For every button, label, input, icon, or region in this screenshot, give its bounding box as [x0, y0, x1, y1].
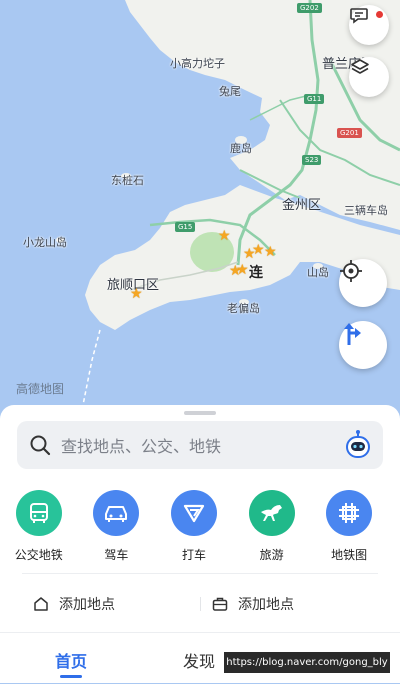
route-icon	[344, 323, 361, 345]
road-shield-g201: G201	[337, 128, 362, 138]
assistant-bot-icon[interactable]	[343, 429, 373, 461]
shortcut-label: 公交地铁	[14, 548, 63, 562]
poi-star-icon[interactable]: ★	[264, 245, 277, 259]
message-icon	[350, 8, 368, 24]
shortcut-drive[interactable]: 驾车	[78, 490, 156, 563]
bottom-sheet: 查找地点、公交、地铁 公交地铁 驾车 打车 旅游 地铁图 添加地点 添加地点 首…	[0, 405, 400, 683]
poi-star-icon[interactable]: ★	[218, 229, 231, 243]
map-label-jinzhou: 金州区	[282, 198, 322, 213]
road-shield-g11: G11	[304, 94, 325, 104]
poi-star-icon[interactable]: ★	[236, 263, 249, 277]
search-bar[interactable]: 查找地点、公交、地铁	[17, 421, 383, 469]
shortcut-label: 打车	[181, 548, 206, 562]
tab-discover[interactable]: 发现	[183, 648, 215, 672]
shortcut-subway-map[interactable]: 地铁图	[310, 490, 388, 563]
vertical-divider	[200, 597, 201, 611]
map-label-tuwei: 兔尾	[219, 85, 241, 98]
home-icon	[34, 597, 48, 611]
saved-places-row: 添加地点 添加地点	[0, 585, 400, 621]
message-button[interactable]	[349, 5, 389, 45]
poi-star-icon[interactable]: ★	[252, 243, 265, 257]
shortcut-row: 公交地铁 驾车 打车 旅游 地铁图	[0, 490, 400, 563]
url-overlay: https://blog.naver.com/gong_bly	[224, 652, 390, 673]
map-view[interactable]: G202 G11 G201 S23 G15 小高力坨子 兔尾 普兰店区 鹿岛 东…	[0, 0, 400, 420]
layers-button[interactable]	[349, 57, 389, 97]
map-label-laopiandao: 老偏岛	[227, 302, 260, 315]
road-shield-g202: G202	[297, 3, 322, 13]
add-home-button[interactable]: 添加地点	[33, 594, 115, 614]
shortcut-label: 驾车	[104, 548, 129, 562]
layers-icon	[351, 59, 369, 74]
map-label-xiaolongshan: 小龙山岛	[23, 236, 67, 249]
shortcut-label: 地铁图	[331, 548, 368, 562]
divider	[22, 573, 378, 574]
poi-star-icon[interactable]: ★	[130, 287, 143, 301]
add-work-label: 添加地点	[238, 597, 294, 613]
active-tab-indicator	[60, 675, 82, 678]
search-icon	[30, 435, 51, 456]
road-shield-s23: S23	[302, 155, 322, 165]
map-label-sanqisha: 三辆车岛	[344, 204, 388, 217]
sheet-drag-handle[interactable]	[184, 411, 216, 415]
map-watermark: 高德地图	[16, 382, 65, 396]
tab-home[interactable]: 首页	[55, 648, 87, 672]
shortcut-travel[interactable]: 旅游	[233, 490, 311, 563]
map-label-dongzhuangshi: 东桩石	[111, 174, 144, 187]
map-label-shandao: 山岛	[307, 266, 329, 279]
bus-icon	[15, 490, 62, 536]
add-work-button[interactable]: 添加地点	[212, 594, 294, 614]
briefcase-icon	[212, 597, 228, 611]
map-label-xiaogaoli: 小高力坨子	[170, 57, 225, 70]
subway-map-icon	[326, 490, 373, 536]
shortcut-bus[interactable]: 公交地铁	[0, 490, 78, 563]
horse-icon	[248, 490, 295, 536]
map-label-ludao: 鹿岛	[230, 142, 252, 155]
road-shield-g15: G15	[175, 222, 196, 232]
notification-dot	[376, 11, 383, 18]
route-button[interactable]	[339, 321, 387, 369]
shortcut-taxi[interactable]: 打车	[155, 490, 233, 563]
search-placeholder: 查找地点、公交、地铁	[61, 437, 222, 456]
taxi-icon	[170, 490, 217, 536]
locate-icon	[340, 260, 362, 282]
add-home-label: 添加地点	[59, 597, 115, 613]
map-label-dalian: 连	[249, 265, 263, 281]
locate-button[interactable]	[339, 259, 387, 307]
shortcut-label: 旅游	[259, 548, 284, 562]
car-icon	[93, 490, 140, 536]
